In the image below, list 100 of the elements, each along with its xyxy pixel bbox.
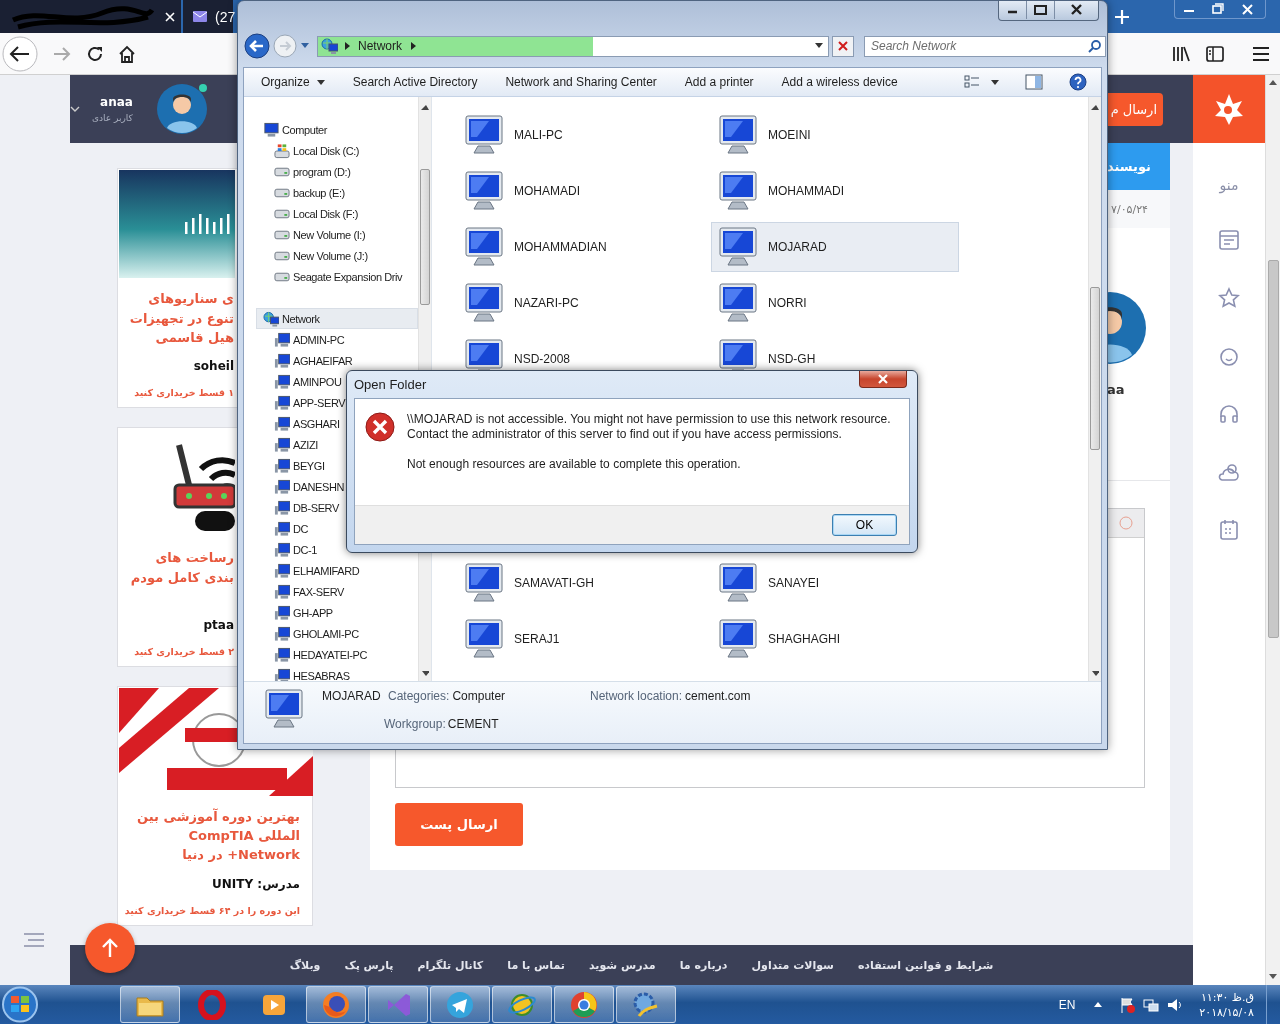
taskbar-button[interactable] [554, 986, 614, 1023]
taskbar-button[interactable] [616, 986, 676, 1023]
network-computer[interactable]: MOEINI [711, 110, 959, 160]
network-computer[interactable]: MALI-PC [457, 110, 705, 160]
caret-icon [315, 77, 325, 87]
network-computer[interactable]: SERAJ1 [457, 614, 705, 664]
network-computer[interactable]: SANAYEI [711, 558, 959, 608]
caret-icon[interactable] [990, 77, 999, 87]
toolbar-button[interactable]: Add a printer [677, 71, 761, 93]
document-icon[interactable] [1218, 229, 1240, 251]
scrollbar-thumb[interactable] [420, 169, 430, 305]
footer-link[interactable]: درباره ما [679, 958, 728, 972]
tree-item[interactable]: HEDAYATEI-PC [256, 644, 418, 665]
language-indicator[interactable]: EN [1058, 997, 1076, 1012]
library-icon[interactable] [1172, 45, 1190, 62]
reload-icon[interactable] [86, 44, 104, 63]
star-icon[interactable] [1218, 287, 1240, 309]
view-options-icon[interactable] [964, 75, 980, 89]
network-computer[interactable]: NAZARI-PC [457, 278, 705, 328]
home-icon[interactable] [118, 44, 136, 63]
weather-icon[interactable] [1217, 461, 1241, 483]
tree-item[interactable]: AGHAEIFAR [256, 350, 418, 371]
address-bar[interactable]: Network [317, 35, 829, 57]
logo-icon[interactable] [1214, 92, 1244, 126]
tree-item[interactable]: HESABRAS [256, 665, 418, 681]
course-title[interactable]: بهترین دوره آموزشی بین المللی CompTIA Network+ در دنیا [126, 807, 300, 864]
footer-link[interactable]: وبلاگ [289, 958, 321, 972]
help-icon[interactable] [1069, 73, 1087, 91]
headphones-icon[interactable] [1218, 403, 1240, 425]
footer-link[interactable]: تماس با ما [507, 958, 565, 972]
tree-item[interactable]: GHOLAMI-PC [256, 623, 418, 644]
tree-item[interactable]: Local Disk (C:) [256, 140, 418, 161]
course-price: ۱ قسط خریداری کنید [133, 387, 234, 398]
calendar-icon[interactable] [1218, 519, 1240, 541]
network-computer[interactable]: SHAGHAGHI [711, 614, 959, 664]
close-button[interactable] [859, 371, 907, 388]
ok-button[interactable]: OK [832, 514, 897, 536]
tree-item[interactable]: Computer [256, 119, 418, 140]
menu-icon[interactable] [1252, 45, 1270, 62]
taskbar-button[interactable] [368, 986, 428, 1023]
network-computer[interactable]: MOHAMMADI [711, 166, 959, 216]
close-icon[interactable] [163, 9, 177, 24]
scroll-up-arrow-icon[interactable] [1268, 78, 1278, 88]
footer-link[interactable]: سوالات متداول [751, 958, 834, 972]
tree-item[interactable]: Local Disk (F:) [256, 203, 418, 224]
volume-icon[interactable] [1167, 996, 1184, 1013]
tree-item[interactable]: New Volume (J:) [256, 245, 418, 266]
error-message: \\MOJARAD is not accessible. You might not have permission to use this network resource. Contact the administrator of this server to find out if you have access permissions. [407, 412, 891, 442]
tree-item[interactable]: GH-APP [256, 602, 418, 623]
back-icon[interactable] [2, 35, 38, 72]
tree-item[interactable]: Network [256, 308, 418, 329]
taskbar-button[interactable] [430, 986, 490, 1023]
caret-icon[interactable] [70, 106, 80, 112]
tree-item[interactable]: backup (E:) [256, 182, 418, 203]
taskbar-button[interactable] [306, 986, 366, 1023]
toolbar-button[interactable]: Organize [254, 71, 332, 93]
tree-item[interactable]: ELHAMIFARD [256, 560, 418, 581]
start-icon[interactable] [0, 985, 40, 1024]
flag-icon[interactable] [1119, 996, 1136, 1013]
scroll-down-arrow-icon[interactable] [421, 669, 429, 677]
network-computer[interactable]: MOHAMADI [457, 166, 705, 216]
footer-link[interactable]: کانال تلگرام [417, 958, 484, 972]
scrollbar-thumb[interactable] [1090, 287, 1100, 450]
computer-icon [274, 436, 290, 453]
scroll-up-arrow-icon[interactable] [421, 103, 429, 111]
scroll-up-arrow-icon[interactable] [1091, 103, 1099, 111]
network-computer[interactable]: MOJARAD [711, 222, 959, 272]
network-icon[interactable] [1143, 996, 1160, 1013]
clock-date[interactable]: ۲۰۱۸/۱۵/۰۸ [1199, 1004, 1254, 1020]
taskbar-button[interactable] [492, 986, 552, 1023]
preview-pane-icon[interactable] [1025, 74, 1043, 90]
network-computer[interactable]: MOHAMMADIAN [457, 222, 705, 272]
clock-time[interactable]: ق.ظ ۱۱:۳۰ [1200, 989, 1254, 1005]
computer-icon [274, 562, 290, 579]
taskbar-button[interactable] [120, 986, 180, 1023]
network-computer[interactable]: SAMAVATI-GH [457, 558, 705, 608]
toolbar-button[interactable]: Search Active Directory [345, 71, 485, 93]
plus-icon[interactable] [1114, 8, 1130, 25]
browser-tab[interactable]: (27 [183, 0, 235, 33]
scroll-down-arrow-icon[interactable] [1091, 669, 1099, 677]
stop-button[interactable] [832, 35, 854, 57]
toolbar-button[interactable]: Add a wireless device [774, 71, 905, 93]
back-icon[interactable] [244, 33, 270, 59]
tree-item[interactable]: program (D:) [256, 161, 418, 182]
footer-link[interactable]: پارس پک [344, 958, 394, 972]
tree-item[interactable]: New Volume (I:) [256, 224, 418, 245]
course-title[interactable]: ی سناریوهای تنوع در تجهیزات هیل قاسمی [120, 289, 234, 348]
network-computer[interactable]: NORRI [711, 278, 959, 328]
tree-item[interactable]: Seagate Expansion Driv [256, 266, 418, 287]
tree-item[interactable]: ADMIN-PC [256, 329, 418, 350]
toolbar-button[interactable]: Network and Sharing Center [498, 71, 664, 93]
course-title[interactable]: رساخت های بندی کامل مودم [120, 548, 234, 587]
scrollbar-thumb[interactable] [1267, 260, 1279, 638]
course-teacher: soheil [192, 359, 234, 373]
sidebar-icon[interactable] [1206, 45, 1224, 62]
tree-item[interactable]: FAX-SERV [256, 581, 418, 602]
footer-link[interactable]: شرایط و قوانین استفاده [857, 958, 994, 972]
search-field[interactable]: Search Network [864, 35, 1106, 57]
breadcrumb-item[interactable]: Network [356, 39, 404, 53]
footer-link[interactable]: مدرس شوید [588, 958, 656, 972]
